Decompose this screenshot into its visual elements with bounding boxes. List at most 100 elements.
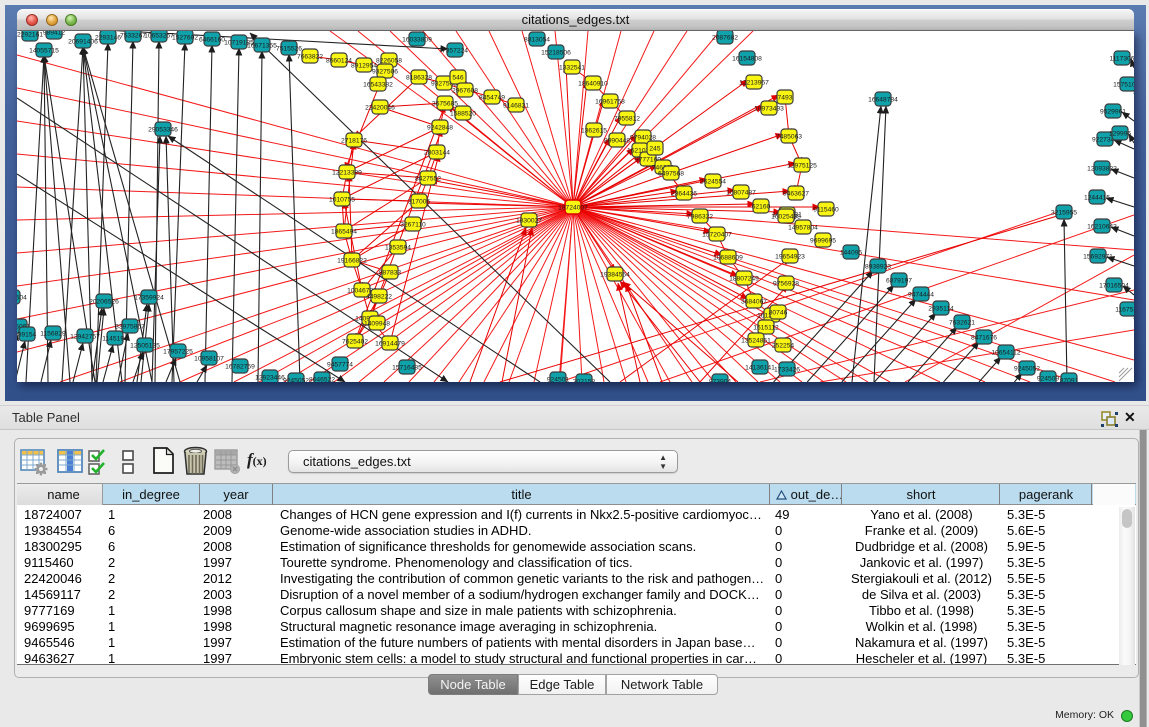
svg-text:9242848: 9242848 [427, 124, 453, 131]
svg-text:33975867: 33975867 [115, 323, 145, 330]
svg-text:9474444: 9474444 [908, 291, 934, 298]
svg-text:8990448: 8990448 [604, 137, 630, 144]
svg-text:18807249: 18807249 [729, 275, 759, 282]
svg-text:16914479: 16914479 [375, 340, 405, 347]
svg-text:14957804: 14957804 [788, 224, 818, 231]
svg-text:2718176: 2718176 [341, 137, 367, 144]
svg-text:924501: 924501 [547, 376, 570, 382]
svg-text:10688609: 10688609 [713, 254, 743, 261]
svg-text:6879197: 6879197 [886, 277, 912, 284]
svg-text:12923446: 12923446 [255, 374, 285, 381]
svg-text:2293146: 2293146 [95, 34, 121, 41]
svg-text:15218506: 15218506 [541, 49, 571, 56]
svg-text:87091: 87091 [1060, 377, 1079, 382]
svg-text:7357224: 7357224 [442, 47, 468, 54]
svg-text:19384554: 19384554 [600, 271, 630, 278]
svg-text:29053346: 29053346 [148, 126, 178, 133]
svg-text:144095: 144095 [840, 249, 863, 256]
svg-text:1615112: 1615112 [753, 324, 779, 331]
svg-text:1244415: 1244415 [1084, 194, 1110, 201]
svg-text:22420046: 22420046 [365, 104, 395, 111]
svg-text:39154: 39154 [18, 331, 37, 338]
svg-text:10958107: 10958107 [194, 355, 224, 362]
svg-text:1353594: 1353594 [385, 244, 411, 251]
svg-text:2292161: 2292161 [17, 31, 43, 38]
svg-text:7493: 7493 [778, 94, 793, 101]
svg-text:8046522: 8046522 [309, 376, 335, 382]
svg-text:3624554: 3624554 [700, 178, 726, 185]
svg-text:10973493: 10973493 [754, 105, 784, 112]
svg-text:13524851: 13524851 [741, 337, 771, 344]
svg-text:9794028: 9794028 [630, 134, 656, 141]
svg-text:10025438: 10025438 [771, 213, 801, 220]
svg-text:12505135: 12505135 [130, 342, 160, 349]
svg-text:9146821: 9146821 [503, 102, 529, 109]
svg-text:16033809: 16033809 [402, 36, 432, 43]
svg-text:16648784: 16648784 [868, 96, 898, 103]
svg-text:8427552: 8427552 [415, 175, 441, 182]
svg-text:873904: 873904 [709, 378, 732, 382]
svg-text:1332541: 1332541 [559, 64, 585, 71]
svg-text:10653267: 10653267 [144, 32, 174, 39]
svg-text:7663822: 7663822 [297, 53, 323, 60]
svg-text:2935114: 2935114 [928, 305, 954, 312]
svg-text:1145194: 1145194 [102, 335, 128, 342]
svg-text:1156829: 1156829 [40, 330, 66, 337]
svg-text:14136141: 14136141 [745, 364, 775, 371]
svg-text:245: 245 [649, 145, 660, 152]
svg-text:12093822: 12093822 [1087, 165, 1117, 172]
svg-text:17957225: 17957225 [163, 348, 193, 355]
svg-text:8660124: 8660124 [326, 57, 352, 64]
svg-text:15692971: 15692971 [1083, 253, 1113, 260]
svg-text:252254: 252254 [772, 342, 795, 349]
svg-text:16961758: 16961758 [595, 98, 625, 105]
svg-text:7632621: 7632621 [949, 319, 975, 326]
svg-text:8813054: 8813054 [524, 36, 550, 43]
svg-text:8226058: 8226058 [376, 57, 402, 64]
svg-text:10654112: 10654112 [991, 349, 1021, 356]
svg-text:8186328: 8186328 [406, 74, 432, 81]
svg-text:19166822: 19166822 [337, 257, 367, 264]
svg-text:18640910: 18640910 [578, 80, 608, 87]
svg-text:2364436: 2364436 [671, 190, 697, 197]
svg-text:62160: 62160 [752, 203, 771, 210]
svg-text:989412: 989412 [43, 31, 66, 36]
svg-text:1010755: 1010755 [329, 196, 355, 203]
svg-text:26160504: 26160504 [17, 294, 27, 301]
svg-text:9756928: 9756928 [773, 280, 799, 287]
svg-text:20691406: 20691406 [68, 38, 98, 45]
svg-text:1865494: 1865494 [331, 228, 357, 235]
svg-text:9699695: 9699695 [810, 237, 836, 244]
svg-text:7955812: 7955812 [614, 115, 640, 122]
svg-text:8471676: 8471676 [971, 334, 997, 341]
svg-text:9463627: 9463627 [783, 190, 809, 197]
svg-text:19654923: 19654923 [775, 253, 805, 260]
svg-text:12213967: 12213967 [739, 79, 769, 86]
svg-text:2087682: 2087682 [712, 34, 738, 41]
svg-text:16154808: 16154808 [732, 55, 762, 62]
svg-text:10807487: 10807487 [726, 189, 756, 196]
svg-text:9327506: 9327506 [372, 68, 398, 75]
svg-text:546: 546 [452, 74, 463, 81]
svg-text:9529961: 9529961 [1100, 108, 1126, 115]
svg-text:1362615: 1362615 [581, 127, 607, 134]
svg-text:20206526: 20206526 [89, 298, 119, 305]
svg-text:17016504: 17016504 [1099, 282, 1129, 289]
svg-text:18724007: 18724007 [558, 204, 588, 211]
svg-text:924509: 924509 [1037, 375, 1060, 382]
svg-text:6466160: 6466160 [199, 36, 225, 43]
svg-text:317006: 317006 [408, 198, 431, 205]
svg-text:9115460: 9115460 [813, 206, 839, 213]
svg-text:2967608: 2967608 [452, 87, 478, 94]
svg-text:15751074: 15751074 [1113, 81, 1134, 88]
svg-text:16671355: 16671355 [247, 42, 277, 49]
svg-text:3684067: 3684067 [741, 298, 767, 305]
svg-text:8938923: 8938923 [865, 263, 891, 270]
svg-text:8454749: 8454749 [479, 94, 505, 101]
svg-text:12975125: 12975125 [787, 162, 817, 169]
svg-text:7533267: 7533267 [120, 32, 146, 39]
svg-text:1733426: 1733426 [774, 366, 800, 373]
svg-text:6497568: 6497568 [658, 170, 684, 177]
svg-text:887833: 887833 [379, 269, 402, 276]
svg-text:16782759: 16782759 [225, 363, 255, 370]
